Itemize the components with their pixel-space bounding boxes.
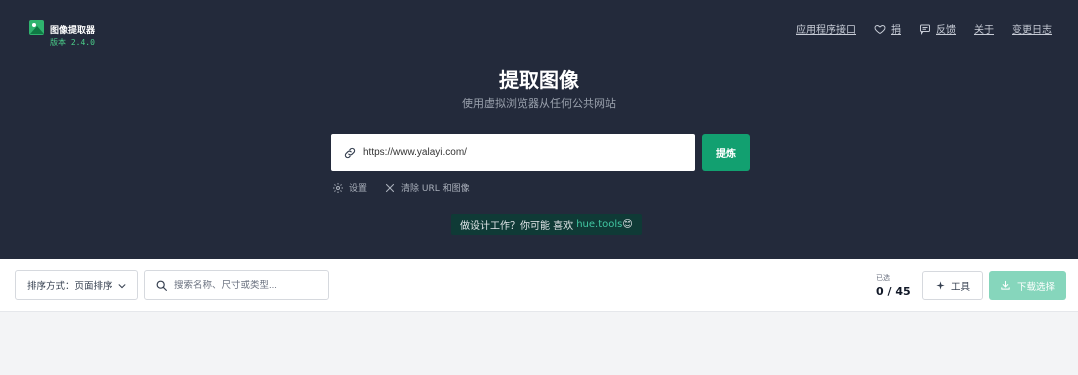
search-input[interactable]: [174, 279, 324, 291]
extract-button[interactable]: 提炼: [702, 134, 750, 171]
page-subtitle: 使用虚拟浏览器从任何公共网站: [462, 97, 616, 110]
gear-icon: [333, 182, 343, 193]
nav-changelog-label: 变更日志: [1012, 25, 1052, 36]
nav-about-label: 关于: [974, 25, 994, 36]
nav-donate[interactable]: 捐: [874, 21, 901, 36]
selection-counter: 已选 0 / 45: [876, 273, 911, 298]
nav-about[interactable]: 关于: [974, 21, 994, 36]
clear-label: 清除 URL 和图像: [401, 184, 470, 194]
selected-label: 已选: [876, 274, 890, 282]
image-icon: [29, 20, 44, 35]
nav-donate-label: 捐: [891, 25, 901, 36]
search-field[interactable]: [144, 270, 329, 300]
chat-icon: [920, 24, 930, 35]
promo-link[interactable]: hue.tools: [576, 219, 622, 230]
close-icon: [385, 183, 395, 192]
url-input[interactable]: [363, 147, 663, 158]
brand-version: 版本 2.4.0: [50, 38, 95, 47]
promo-banner[interactable]: 做设计工作？你可能 喜欢 hue.tools 😊: [451, 214, 642, 235]
page-title: 提取图像: [499, 68, 579, 92]
search-icon: [156, 280, 167, 291]
sort-label: 排序方式：页面排序: [27, 281, 113, 292]
selected-count: 0 / 45: [876, 285, 911, 298]
tools-label: 工具: [950, 281, 970, 293]
download-selected-button[interactable]: 下载选择: [989, 271, 1066, 300]
nav-api-label: 应用程序接口: [796, 25, 856, 36]
promo-text: 做设计工作？你可能 喜欢: [460, 221, 574, 232]
sort-select[interactable]: 排序方式：页面排序: [15, 270, 138, 300]
download-icon: [1001, 280, 1010, 290]
clear-button[interactable]: 清除 URL 和图像: [384, 181, 470, 194]
results-toolbar: 排序方式：页面排序 已选 0 / 45 工具 下载选择: [0, 259, 1078, 312]
sparkle-icon: [936, 281, 945, 290]
link-icon: [344, 147, 356, 158]
hero-section: 图像提取器 版本 2.4.0 应用程序接口 捐 反馈 关于 变更日志 提取图像 …: [0, 0, 1078, 259]
tools-button[interactable]: 工具: [922, 271, 983, 300]
smile-icon: 😊: [622, 219, 633, 230]
nav-feedback[interactable]: 反馈: [919, 21, 956, 36]
image-results-area: [0, 313, 1078, 375]
url-field[interactable]: [331, 134, 695, 171]
chevron-down-icon: [118, 284, 126, 289]
download-label: 下载选择: [1016, 281, 1055, 293]
nav-api[interactable]: 应用程序接口: [796, 21, 856, 36]
nav-feedback-label: 反馈: [936, 25, 956, 36]
top-nav: 应用程序接口 捐 反馈 关于 变更日志: [796, 21, 1052, 36]
settings-button[interactable]: 设置: [332, 181, 367, 194]
heart-icon: [874, 24, 886, 34]
nav-changelog[interactable]: 变更日志: [1012, 21, 1052, 36]
settings-label: 设置: [349, 184, 368, 194]
url-options: 设置 清除 URL 和图像: [332, 181, 470, 194]
brand-title: 图像提取器: [50, 26, 96, 36]
